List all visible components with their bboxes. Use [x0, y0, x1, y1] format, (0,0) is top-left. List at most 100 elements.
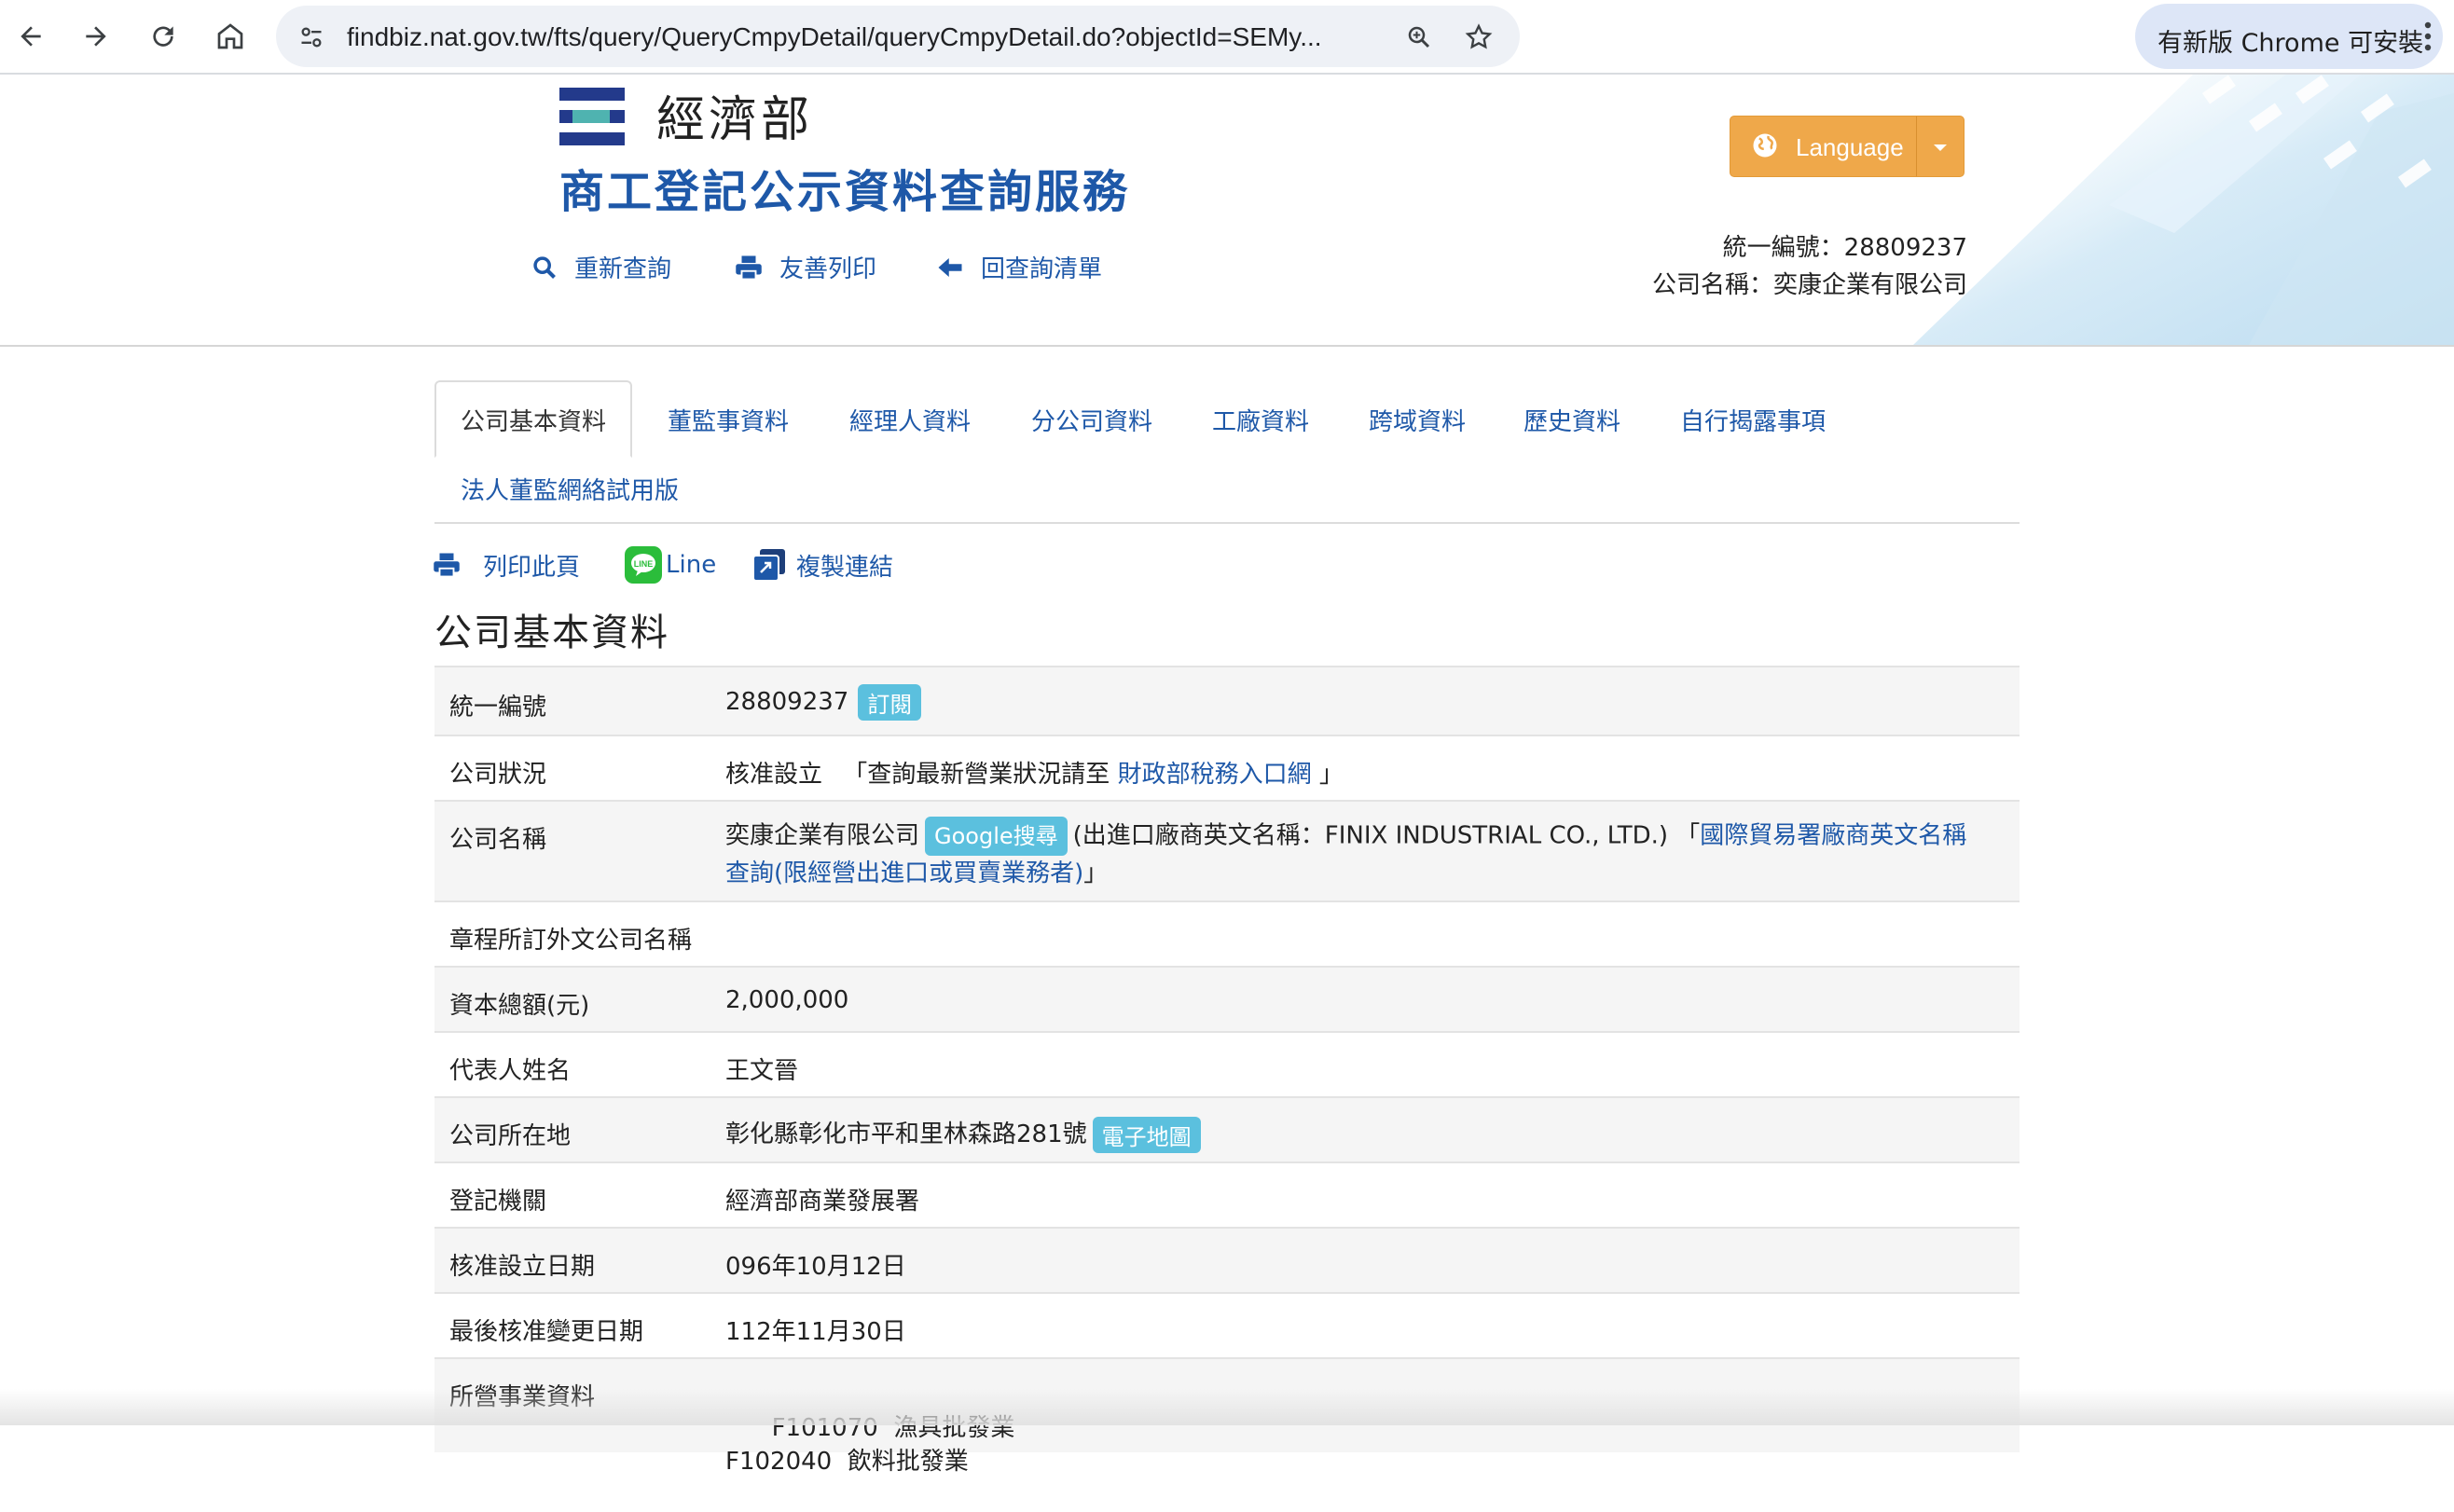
header-company-name: 公司名稱：奕康企業有限公司 [1651, 271, 1967, 299]
trade-link-open: 「 [1675, 821, 1701, 850]
table-row: 統一編號 28809237 訂閱 [434, 666, 2020, 735]
authority-value: 經濟部商業發展署 [725, 1188, 920, 1216]
site-info-icon[interactable] [295, 21, 328, 54]
ministry-logo [559, 88, 625, 145]
forward-icon[interactable] [73, 13, 119, 60]
print-page-label: 列印此頁 [483, 553, 581, 582]
bookmark-star-icon[interactable] [1462, 21, 1496, 54]
friendly-print-label: 友善列印 [779, 255, 877, 283]
table-row: 公司名稱 奕康企業有限公司 Google搜尋 (出進口廠商英文名稱：FINIX IN… [434, 800, 2020, 900]
svg-text:LINE: LINE [634, 559, 654, 569]
header-ban: 統一編號：28809237 [1722, 234, 1967, 262]
printer-icon [736, 255, 762, 280]
chrome-update-button[interactable]: 有新版 Chrome 可安裝 [2135, 4, 2443, 69]
address-bar[interactable]: findbiz.nat.gov.tw/fts/query/QueryCmpyDe… [276, 6, 1520, 67]
chrome-update-label: 有新版 Chrome 可安裝 [2158, 29, 2424, 58]
trade-link-close: 」 [1083, 859, 1109, 887]
ban-key: 統一編號 [449, 694, 547, 722]
last-change-value: 112年11月30日 [725, 1318, 906, 1346]
table-row: 代表人姓名 王文晉 [434, 1031, 2020, 1096]
line-icon: LINE [625, 546, 662, 584]
home-icon[interactable] [207, 13, 254, 60]
ban-value: 28809237 [725, 688, 849, 716]
authority-key: 登記機關 [449, 1188, 547, 1216]
company-info-table: 統一編號 28809237 訂閱 公司狀況 核准設立 「查詢最新營業狀況請至 財政… [434, 666, 2020, 1476]
status-value-cell: 核准設立 「查詢最新營業狀況請至 財政部稅務入口網 」 [725, 755, 1344, 790]
address-value: 彰化縣彰化市平和里林森路281號 [725, 1120, 1087, 1148]
tax-portal-link[interactable]: 財政部稅務入口網 [1118, 761, 1312, 789]
status-key: 公司狀況 [449, 761, 547, 789]
back-to-list-link[interactable]: 回查詢清單 [936, 250, 1102, 284]
scroll-fade [0, 1389, 2454, 1425]
header-company-info: 統一編號：28809237 公司名稱：奕康企業有限公司 [1622, 229, 1967, 304]
line-share-link[interactable]: LINE Line [625, 544, 716, 585]
business-item: F102040 飲料批發業 [725, 1448, 969, 1476]
copy-link-link[interactable]: 複製連結 [751, 544, 893, 585]
approve-date-value: 096年10月12日 [725, 1253, 906, 1281]
new-search-label: 重新查詢 [574, 255, 672, 283]
language-label: Language [1796, 133, 1904, 161]
tab-cross-domain[interactable]: 跨域資料 [1369, 403, 1466, 437]
tab-corporate-network[interactable]: 法人董監網絡試用版 [461, 472, 679, 506]
trade-english-name-link[interactable]: 國際貿易署廠商英文名稱 [1700, 822, 1966, 850]
search-icon [533, 255, 556, 279]
tab-history[interactable]: 歷史資料 [1523, 403, 1620, 437]
globe-icon [1753, 133, 1777, 158]
trade-english-name-link-cont[interactable]: 查詢(限經營出進口或買賣業務者) [725, 859, 1083, 887]
capital-value: 2,000,000 [725, 986, 849, 1014]
tab-self-disclosure[interactable]: 自行揭露事項 [1680, 403, 1826, 437]
status-value: 核准設立 [725, 761, 823, 789]
language-button[interactable]: Language [1730, 116, 1965, 177]
name-value-cell: 奕康企業有限公司 Google搜尋 (出進口廠商英文名稱：FINIX INDUSTR… [725, 817, 1966, 891]
capital-key: 資本總額(元) [449, 992, 590, 1020]
ministry-name: 經濟部 [656, 92, 814, 148]
name-key: 公司名稱 [449, 826, 547, 854]
status-note-pre: 「查詢最新營業狀況請至 [843, 761, 1110, 789]
address-key: 公司所在地 [449, 1122, 572, 1150]
detail-tabs: 公司基本資料 董監事資料 經理人資料 分公司資料 工廠資料 跨域資料 歷史資料 … [434, 380, 2020, 524]
arrow-left-icon [938, 257, 962, 277]
copy-link-icon [752, 549, 785, 582]
copy-link-label: 複製連結 [796, 553, 894, 582]
back-to-list-label: 回查詢清單 [981, 255, 1103, 283]
browser-toolbar: findbiz.nat.gov.tw/fts/query/QueryCmpyDe… [0, 0, 2454, 75]
representative-value: 王文晉 [725, 1057, 799, 1085]
printer-icon [434, 553, 460, 578]
url-text[interactable]: findbiz.nat.gov.tw/fts/query/QueryCmpyDe… [347, 22, 1391, 52]
foreign-name-key: 章程所訂外文公司名稱 [449, 927, 693, 955]
google-search-badge[interactable]: Google搜尋 [925, 817, 1068, 856]
table-row: 公司所在地 彰化縣彰化市平和里林森路281號 電子地圖 [434, 1096, 2020, 1161]
new-search-link[interactable]: 重新查詢 [531, 250, 671, 284]
ban-value-cell: 28809237 訂閱 [725, 684, 922, 721]
company-name-value: 奕康企業有限公司 [725, 821, 920, 850]
representative-key: 代表人姓名 [449, 1057, 572, 1085]
site-header: 經濟部 商工登記公示資料查詢服務 重新查詢 友善列印 回查詢清單 Languag… [0, 75, 2454, 347]
chevron-down-icon[interactable] [1934, 144, 1947, 151]
tab-branches[interactable]: 分公司資料 [1031, 403, 1152, 437]
friendly-print-link[interactable]: 友善列印 [735, 250, 876, 284]
back-icon[interactable] [7, 13, 54, 60]
tab-directors[interactable]: 董監事資料 [668, 403, 789, 437]
more-menu-icon[interactable] [2422, 21, 2433, 56]
language-divider [1916, 117, 1917, 176]
zoom-icon[interactable] [1402, 21, 1436, 54]
status-note-post: 」 [1318, 761, 1344, 789]
section-title: 公司基本資料 [434, 612, 669, 654]
subscribe-badge[interactable]: 訂閱 [858, 684, 922, 721]
service-title[interactable]: 商工登記公示資料查詢服務 [559, 155, 1130, 220]
table-row: 登記機關 經濟部商業發展署 [434, 1161, 2020, 1227]
address-value-cell: 彰化縣彰化市平和里林森路281號 電子地圖 [725, 1115, 1201, 1153]
table-row: 最後核准變更日期 112年11月30日 [434, 1292, 2020, 1357]
tab-basic-info[interactable]: 公司基本資料 [434, 380, 633, 458]
map-badge[interactable]: 電子地圖 [1092, 1117, 1201, 1153]
tab-factories[interactable]: 工廠資料 [1212, 403, 1309, 437]
print-page-link[interactable]: 列印此頁 [433, 544, 580, 585]
reload-icon[interactable] [140, 13, 186, 60]
table-row: 核准設立日期 096年10月12日 [434, 1227, 2020, 1292]
tab-managers[interactable]: 經理人資料 [849, 403, 971, 437]
table-row: 資本總額(元) 2,000,000 [434, 966, 2020, 1031]
table-row: 章程所訂外文公司名稱 [434, 900, 2020, 966]
line-label: Line [666, 551, 717, 579]
last-change-key: 最後核准變更日期 [449, 1318, 644, 1346]
approve-date-key: 核准設立日期 [449, 1253, 596, 1281]
